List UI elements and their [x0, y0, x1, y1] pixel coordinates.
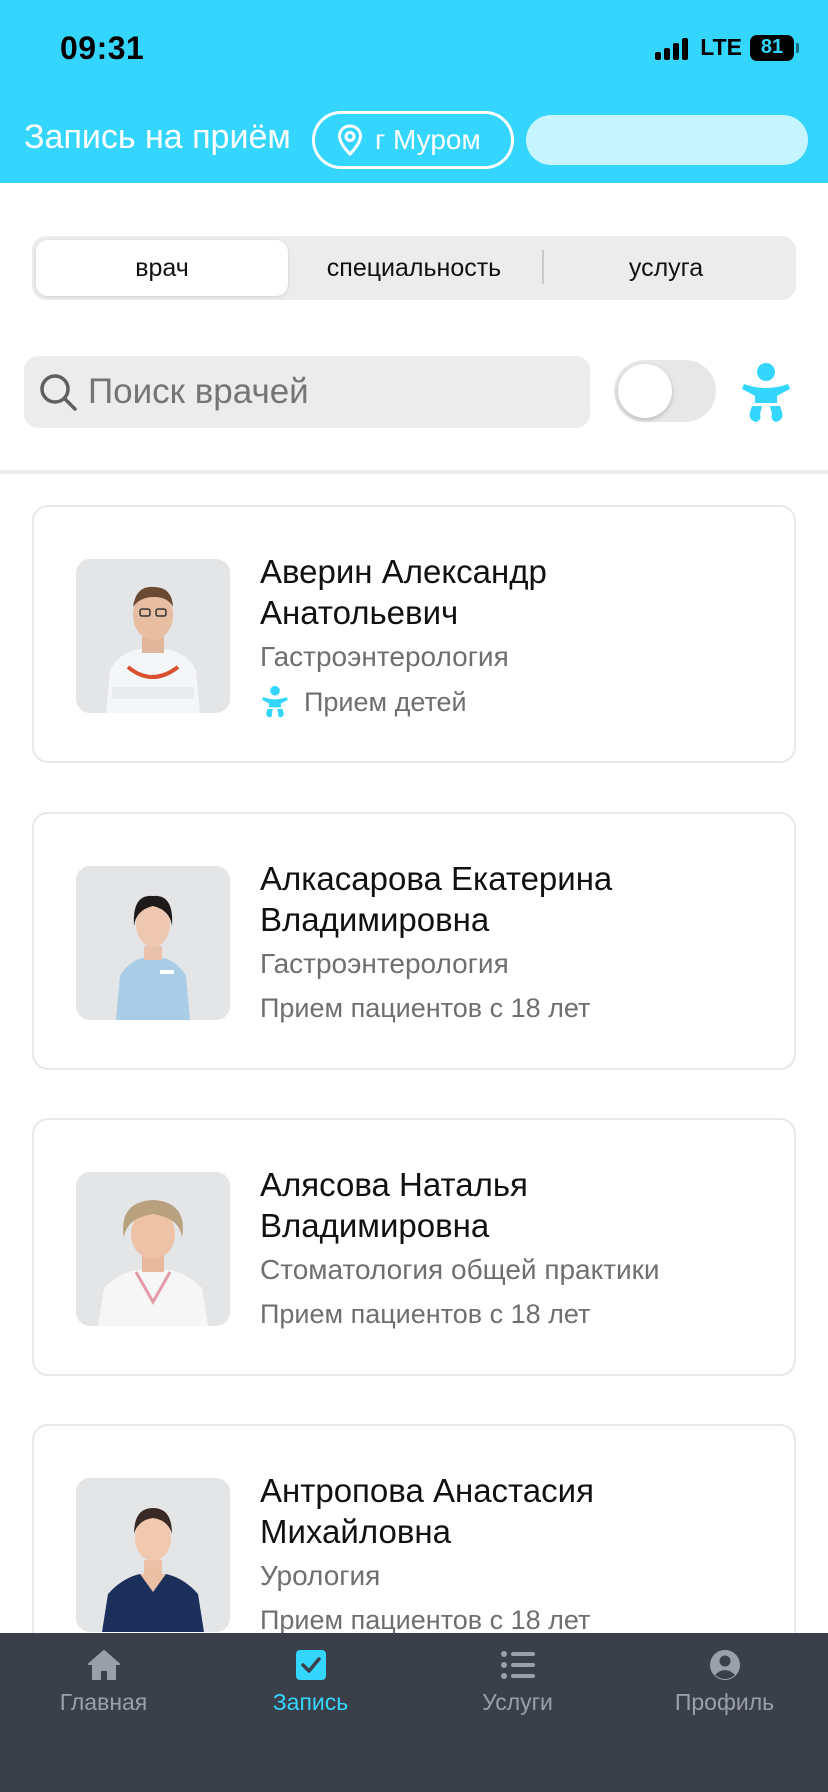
- status-time: 09:31: [60, 30, 145, 66]
- doctor-name: Алкасарова Екатерина Владимировна: [260, 860, 613, 938]
- doctor-admission-note: Прием пациентов с 18 лет: [260, 993, 591, 1023]
- doctor-photo: [76, 1172, 230, 1326]
- profile-icon: [709, 1647, 741, 1683]
- tab-home[interactable]: Главная: [0, 1633, 207, 1792]
- search-box: [24, 356, 590, 428]
- segment-doctor[interactable]: врач: [36, 240, 288, 296]
- doctor-name: Алясова Наталья Владимировна: [260, 1166, 528, 1244]
- doctor-specialty: Гастроэнтерология: [260, 641, 509, 672]
- tab-label: Запись: [272, 1689, 349, 1715]
- doctor-list: Аверин Александр Анатольевич Гастроэнтер…: [0, 505, 828, 1633]
- doctor-info: Антропова Анастасия Михайловна Урология …: [260, 1470, 780, 1633]
- tab-profile[interactable]: Профиль: [621, 1633, 828, 1792]
- search-input[interactable]: [88, 372, 548, 412]
- segment-service[interactable]: услуга: [540, 240, 792, 296]
- location-pin-icon: [337, 124, 363, 156]
- doctor-photo: [76, 1478, 230, 1632]
- doctor-photo: [76, 866, 230, 1020]
- doctor-name: Аверин Александр Анатольевич: [260, 553, 547, 631]
- list-icon: [500, 1647, 535, 1683]
- doctor-admission-note: Прием пациентов с 18 лет: [260, 1299, 591, 1329]
- doctor-specialty: Стоматология общей практики: [260, 1254, 660, 1285]
- segment-specialty[interactable]: специальность: [288, 240, 540, 296]
- doctor-specialty: Гастроэнтерология: [260, 948, 509, 979]
- doctor-admission-note: Прием пациентов с 18 лет: [260, 1605, 591, 1633]
- city-label: г Муром: [375, 124, 481, 155]
- header-secondary-button[interactable]: [526, 115, 808, 165]
- tab-services[interactable]: Услуги: [414, 1633, 621, 1792]
- tab-label: Профиль: [674, 1689, 775, 1715]
- doctor-photo: [76, 559, 230, 713]
- tab-booking[interactable]: Запись: [207, 1633, 414, 1792]
- signal-icon: [655, 36, 689, 60]
- child-icon: [738, 362, 794, 429]
- kids-filter-toggle[interactable]: [614, 360, 716, 422]
- app-header: 09:31 LTE 81 Запись на приём г Муром: [0, 0, 828, 183]
- doctor-info: Аверин Александр Анатольевич Гастроэнтер…: [260, 551, 780, 721]
- checkbox-icon: [295, 1647, 327, 1683]
- page-title: Запись на приём: [24, 118, 291, 156]
- bottom-tab-bar: Главная Запись Услуги Профиль: [0, 1633, 828, 1792]
- doctor-admission-note: Прием детей: [260, 683, 780, 721]
- toggle-knob: [618, 364, 672, 418]
- doctor-info: Алясова Наталья Владимировна Стоматологи…: [260, 1164, 780, 1332]
- city-selector-button[interactable]: г Муром: [312, 111, 514, 169]
- network-type: LTE: [700, 34, 742, 60]
- doctor-specialty: Урология: [260, 1560, 381, 1591]
- tab-label: Главная: [59, 1689, 148, 1715]
- tab-label: Услуги: [482, 1689, 553, 1715]
- doctor-card[interactable]: Антропова Анастасия Михайловна Урология …: [32, 1424, 796, 1633]
- doctor-info: Алкасарова Екатерина Владимировна Гастро…: [260, 858, 780, 1026]
- child-icon: [262, 685, 288, 718]
- doctor-card[interactable]: Алкасарова Екатерина Владимировна Гастро…: [32, 812, 796, 1070]
- section-divider: [0, 470, 828, 474]
- segment-divider: [542, 250, 544, 284]
- search-mode-segmented-control: врач специальность услуга: [32, 236, 796, 300]
- home-icon: [87, 1647, 121, 1683]
- status-indicators: LTE 81: [655, 34, 799, 61]
- battery-icon: 81: [750, 34, 799, 61]
- doctor-card[interactable]: Алясова Наталья Владимировна Стоматологи…: [32, 1118, 796, 1376]
- battery-level: 81: [760, 36, 784, 58]
- search-icon: [36, 370, 80, 414]
- doctor-name: Антропова Анастасия Михайловна: [260, 1472, 594, 1550]
- doctor-card[interactable]: Аверин Александр Анатольевич Гастроэнтер…: [32, 505, 796, 763]
